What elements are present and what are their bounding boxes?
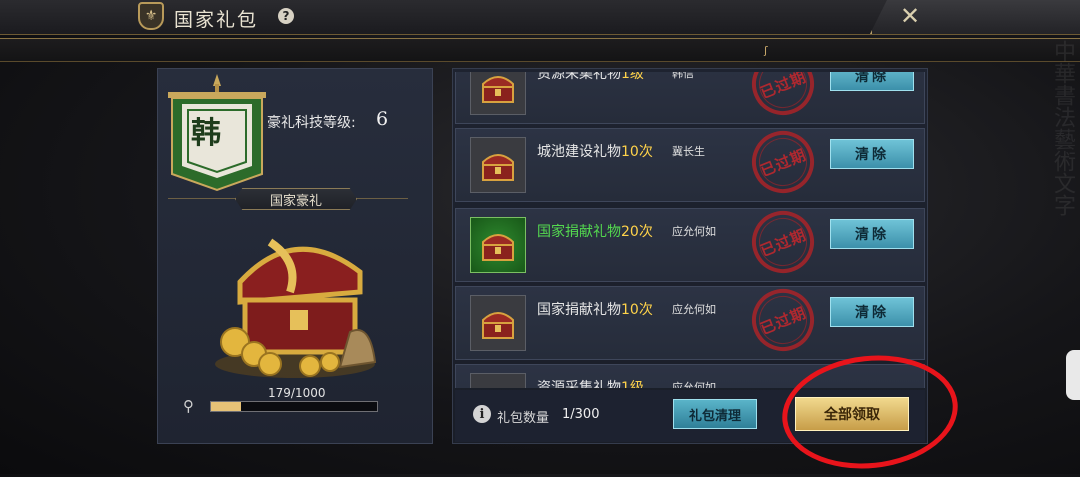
gift-name-tag: 国家豪礼 — [235, 188, 357, 210]
gift-count-label: 礼包数量 — [497, 411, 550, 426]
progress-bar — [210, 401, 378, 412]
info-icon[interactable]: i — [473, 405, 491, 423]
gift-count: 1级 — [621, 72, 644, 82]
gift-sender: 韩信 — [672, 72, 694, 80]
gift-name: 国家捐献礼物10次 — [537, 299, 653, 319]
gift-chest-icon — [470, 137, 526, 193]
gift-sender: 应允何如 — [672, 225, 716, 238]
gift-title: 资源采集礼物 — [537, 380, 621, 388]
kingdom-emblem-icon: ⚜ — [138, 2, 164, 30]
nation-name: 韩 — [191, 116, 221, 151]
gift-list-item[interactable]: 国家捐献礼物10次 应允何如 已过期 清除 — [455, 279, 925, 361]
clear-item-button[interactable]: 清除 — [830, 297, 914, 327]
gift-name: 城池建设礼物10次 — [537, 141, 653, 161]
tech-level-label: 豪礼科技等级: — [267, 115, 356, 131]
gift-name: 资源采集礼物1级 — [537, 72, 644, 83]
gift-list-item[interactable]: 城池建设礼物10次 冀长生 已过期 清除 — [455, 121, 925, 203]
expired-stamp: 已过期 — [742, 279, 824, 361]
clear-item-button[interactable]: 清除 — [830, 219, 914, 249]
side-handle[interactable] — [1066, 350, 1080, 400]
gift-chest-icon — [470, 72, 526, 115]
gift-count: 10次 — [621, 302, 653, 318]
tech-level-value: 6 — [376, 108, 389, 130]
gift-chest-icon — [470, 217, 526, 273]
gift-list-item[interactable]: 资源采集礼物1级 韩信 已过期 清除 — [455, 72, 925, 125]
treasure-chest-icon — [215, 238, 377, 378]
gift-chest-icon — [470, 295, 526, 351]
divider-ornament-icon: ʃ — [764, 44, 768, 57]
clear-item-button[interactable]: 清除 — [830, 72, 914, 91]
expired-stamp: 已过期 — [742, 201, 824, 283]
gift-count: 1级 — [621, 380, 644, 388]
gift-list[interactable]: 资源采集礼物1级 韩信 已过期 清除 城池建设礼物10次 冀长生 已过期 清除 国家捐献礼物20… — [455, 72, 925, 388]
gift-count: 10次 — [621, 144, 653, 160]
gift-title: 资源采集礼物 — [537, 72, 621, 82]
gift-title: 城池建设礼物 — [537, 144, 621, 160]
clear-item-button[interactable]: 清除 — [830, 139, 914, 169]
header-divider — [0, 38, 1080, 62]
background-calligraphy: 中華書法藝術文字 — [1050, 40, 1075, 216]
gift-title: 国家捐献礼物 — [537, 302, 621, 318]
clear-gifts-button[interactable]: 礼包清理 — [673, 399, 757, 429]
gift-chest-icon — [470, 373, 526, 388]
close-icon[interactable]: ✕ — [898, 4, 922, 28]
gift-name: 国家捐献礼物20次 — [537, 221, 653, 241]
gift-list-item[interactable]: 国家捐献礼物20次 应允何如 已过期 清除 — [455, 201, 925, 283]
page-title: 国家礼包 — [174, 9, 259, 31]
progress-bar-fill — [211, 402, 241, 411]
expired-stamp: 已过期 — [742, 72, 824, 125]
gift-title: 国家捐献礼物 — [537, 224, 621, 240]
gift-count-value: 1/300 — [562, 407, 600, 422]
gift-sender: 应允何如 — [672, 381, 716, 388]
progress-text: 179/1000 — [268, 386, 326, 400]
expired-stamp: 已过期 — [742, 121, 824, 203]
help-icon[interactable]: ? — [278, 8, 294, 24]
gift-sender: 冀长生 — [672, 145, 705, 158]
gift-count: 20次 — [621, 224, 653, 240]
gift-name: 资源采集礼物1级 — [537, 377, 644, 388]
magnifier-icon: ⚲ — [183, 397, 194, 415]
gift-sender: 应允何如 — [672, 303, 716, 316]
